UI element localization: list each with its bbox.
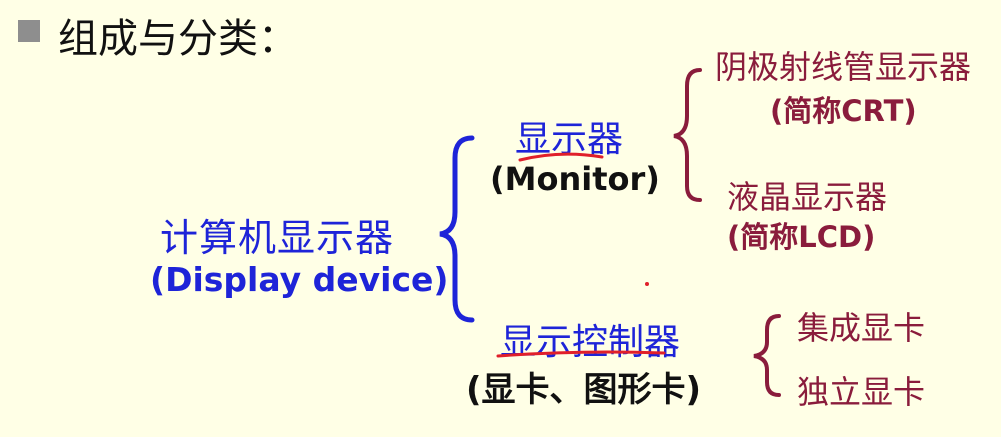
monitor-underline	[518, 152, 604, 162]
red-dot-mark	[645, 282, 649, 286]
root-brace	[439, 135, 475, 323]
controller-brace	[753, 314, 781, 397]
monitor-brace	[673, 68, 702, 202]
controller-underline	[496, 350, 666, 358]
